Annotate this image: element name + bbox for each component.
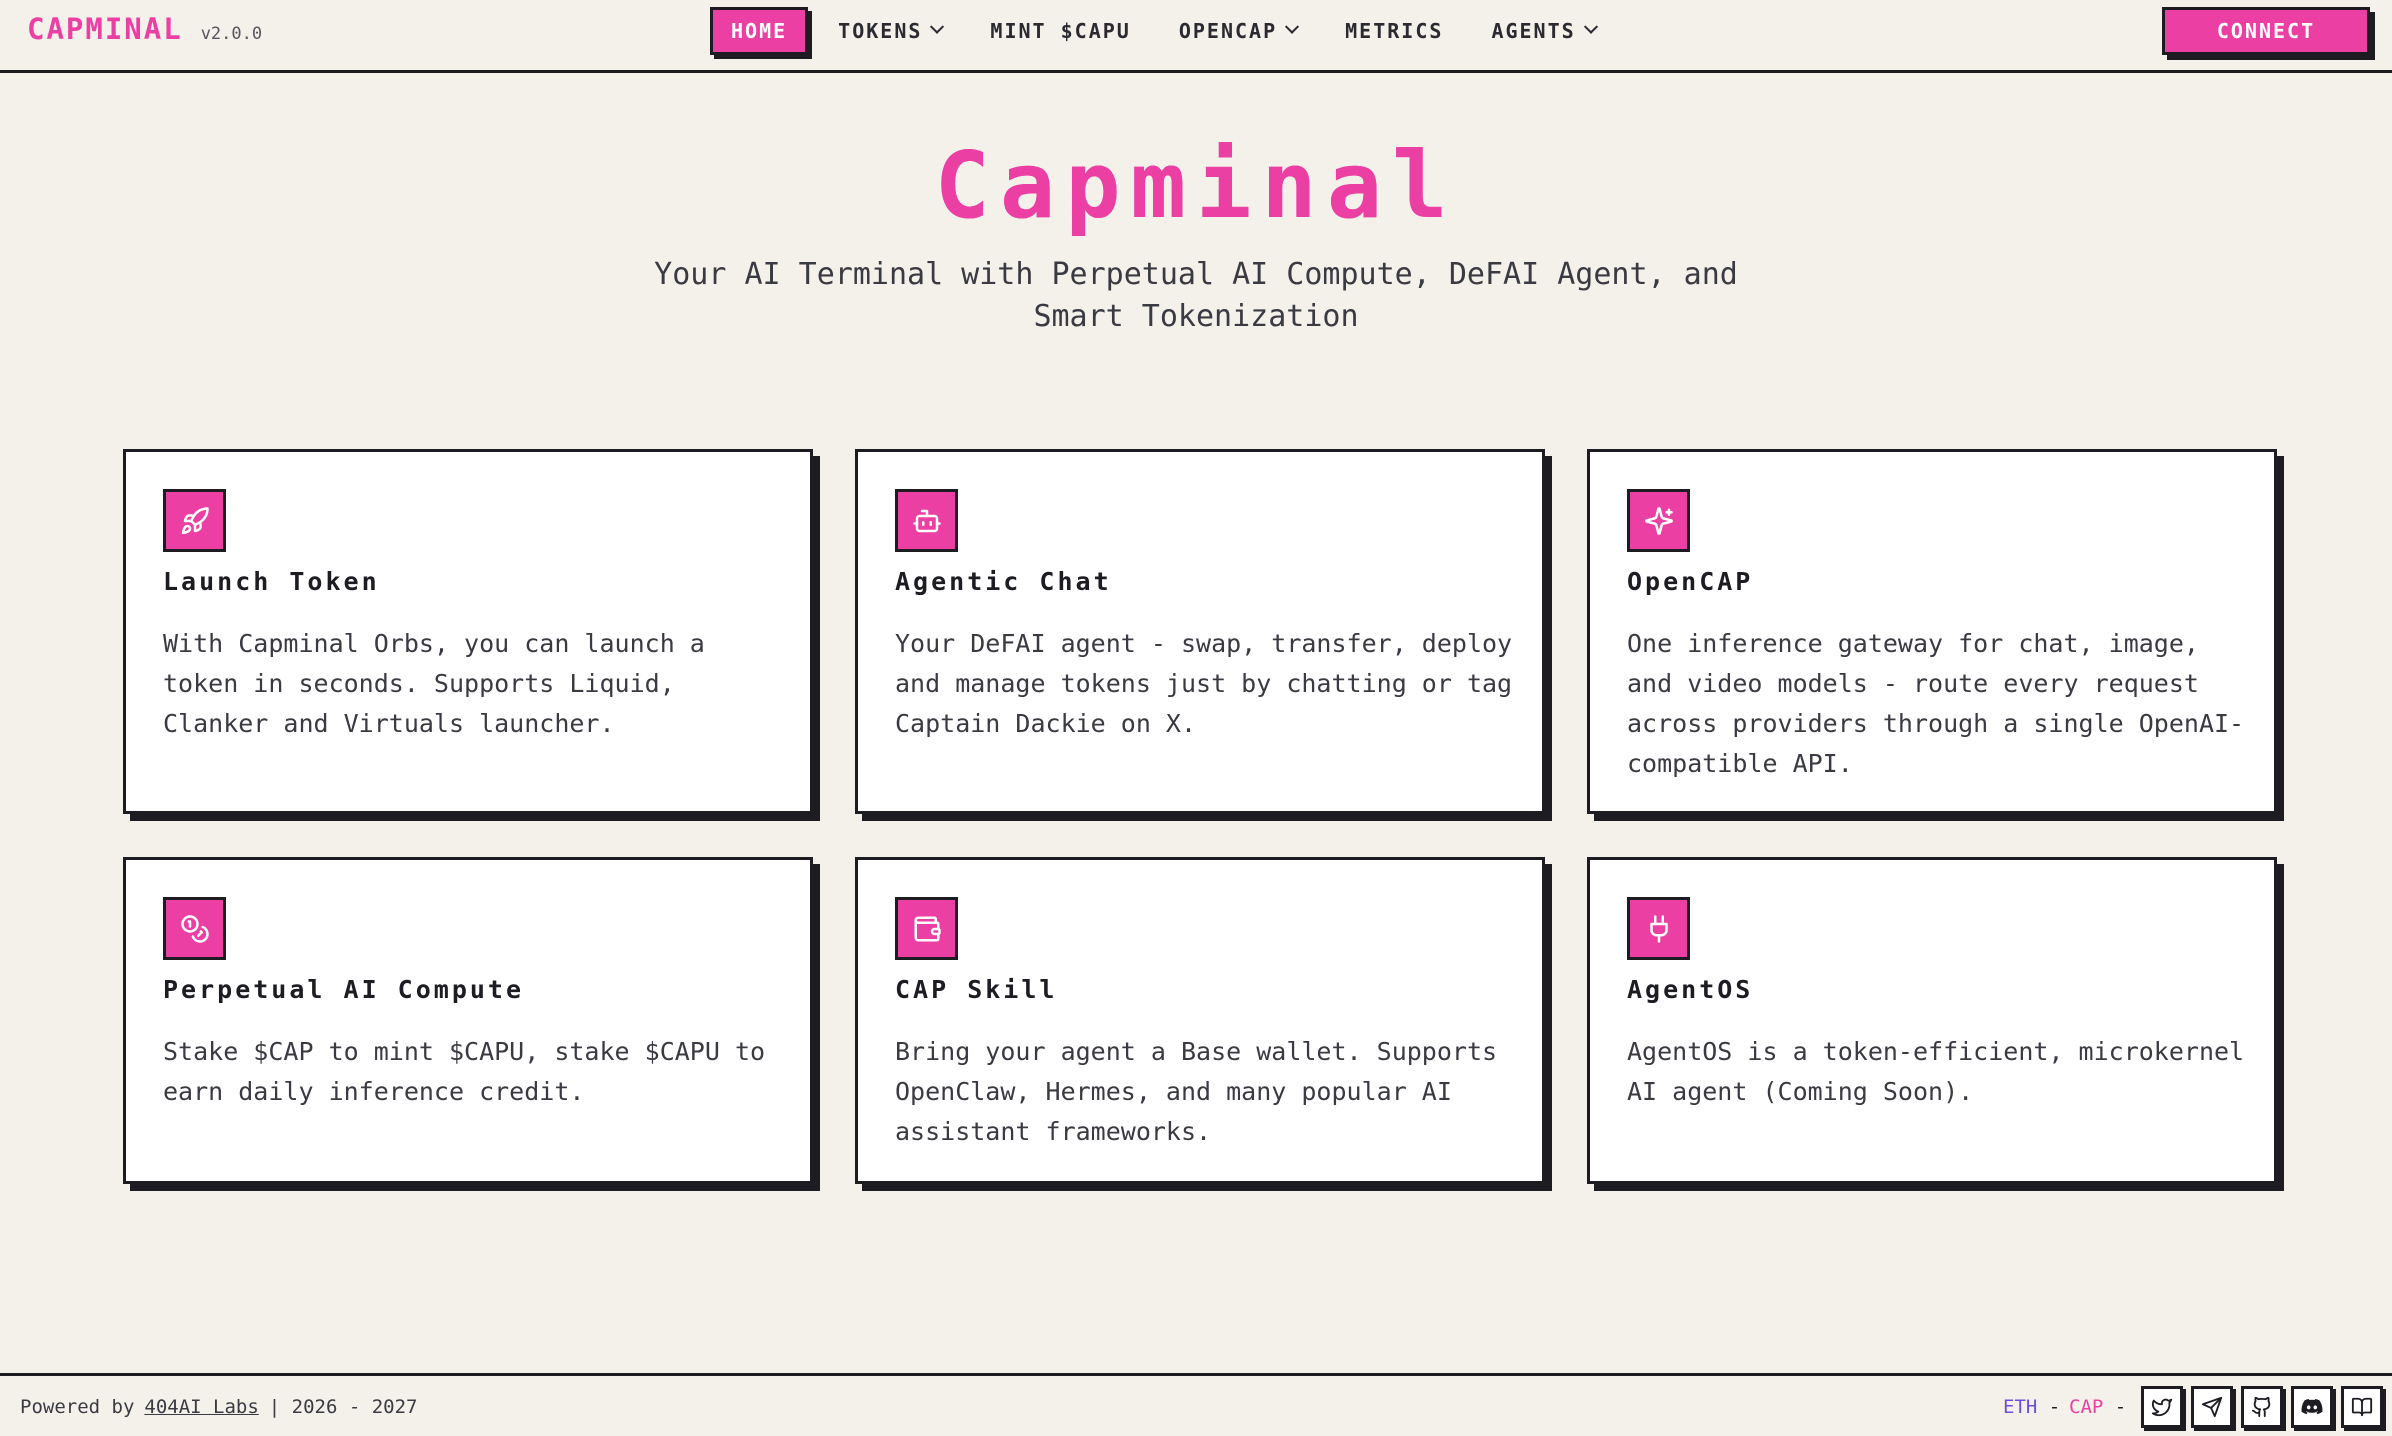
nav-mint-label: MINT $CAPU — [990, 19, 1131, 43]
eth-label: ETH — [2003, 1396, 2038, 1418]
card-title: OpenCAP — [1627, 567, 1754, 596]
feature-card-launch-token[interactable]: Launch Token With Capminal Orbs, you can… — [123, 449, 813, 814]
card-title: Launch Token — [163, 567, 380, 596]
github-icon[interactable] — [2241, 1386, 2283, 1428]
feature-card-cap-skill[interactable]: CAP Skill Bring your agent a Base wallet… — [855, 857, 1545, 1184]
footer: Powered by 404AI Labs | 2026 - 2027 ETH … — [0, 1373, 2392, 1436]
chevron-down-icon — [1285, 19, 1300, 34]
feature-card-agentic-chat[interactable]: Agentic Chat Your DeFAI agent - swap, tr… — [855, 449, 1545, 814]
card-title: AgentOS — [1627, 975, 1754, 1004]
card-description: With Capminal Orbs, you can launch a tok… — [163, 629, 705, 738]
footer-credits: Powered by 404AI Labs | 2026 - 2027 — [20, 1396, 418, 1418]
feature-card-agentos[interactable]: AgentOS AgentOS is a token-efficient, mi… — [1587, 857, 2277, 1184]
eth-price-ticker: ETH - — [2003, 1396, 2060, 1418]
telegram-icon[interactable] — [2191, 1386, 2233, 1428]
twitter-icon[interactable] — [2141, 1386, 2183, 1428]
coins-icon — [163, 897, 226, 960]
eth-price-value: - — [2048, 1396, 2061, 1418]
card-description: Bring your agent a Base wallet. Supports… — [895, 1037, 1498, 1146]
nav-mint-capu[interactable]: MINT $CAPU — [966, 7, 1154, 55]
nav-opencap[interactable]: OPENCAP — [1155, 7, 1321, 55]
cap-label: CAP — [2069, 1396, 2104, 1418]
nav-metrics[interactable]: METRICS — [1321, 7, 1467, 55]
brand[interactable]: CAPMINAL v2.0.0 — [27, 12, 262, 46]
discord-icon[interactable] — [2291, 1386, 2333, 1428]
bot-icon — [895, 489, 958, 552]
feature-card-perpetual-compute[interactable]: Perpetual AI Compute Stake $CAP to mint … — [123, 857, 813, 1184]
rocket-icon — [163, 489, 226, 552]
card-description: AgentOS is a token-efficient, microkerne… — [1627, 1037, 2245, 1106]
cap-price-ticker: CAP - — [2069, 1396, 2126, 1418]
nav-home[interactable]: HOME — [710, 7, 809, 55]
chevron-down-icon — [930, 19, 945, 34]
page-title: Capminal — [934, 132, 1458, 239]
nav-agents-label: AGENTS — [1491, 19, 1576, 43]
feature-card-opencap[interactable]: OpenCAP One inference gateway for chat, … — [1587, 449, 2277, 814]
brand-logo-text[interactable]: CAPMINAL — [27, 12, 183, 46]
nav-tokens-label: TOKENS — [838, 19, 923, 43]
nav-agents[interactable]: AGENTS — [1467, 7, 1619, 55]
card-title: Perpetual AI Compute — [163, 975, 525, 1004]
nav-metrics-label: METRICS — [1345, 19, 1444, 43]
main-nav: HOME TOKENS MINT $CAPU OPENCAP METRICS A… — [710, 7, 1620, 55]
sparkles-icon — [1627, 489, 1690, 552]
page-subtitle: Your AI Terminal with Perpetual AI Compu… — [654, 257, 1738, 334]
company-link[interactable]: 404AI Labs — [144, 1396, 258, 1418]
copyright-years: | 2026 - 2027 — [268, 1396, 418, 1418]
card-title: Agentic Chat — [895, 567, 1112, 596]
docs-icon[interactable] — [2341, 1386, 2383, 1428]
nav-home-label: HOME — [731, 19, 788, 43]
version-label: v2.0.0 — [200, 24, 263, 44]
card-description: One inference gateway for chat, image, a… — [1627, 629, 2245, 778]
card-description: Your DeFAI agent - swap, transfer, deplo… — [895, 629, 1513, 738]
top-navbar: CAPMINAL v2.0.0 HOME TOKENS MINT $CAPU O… — [0, 0, 2392, 73]
connect-button[interactable]: CONNECT — [2162, 7, 2370, 55]
cap-price-value: - — [2114, 1396, 2127, 1418]
powered-by-label: Powered by — [20, 1396, 135, 1418]
card-description: Stake $CAP to mint $CAPU, stake $CAPU to… — [163, 1037, 766, 1106]
wallet-icon — [895, 897, 958, 960]
nav-opencap-label: OPENCAP — [1178, 19, 1278, 43]
nav-tokens[interactable]: TOKENS — [814, 7, 966, 55]
chevron-down-icon — [1583, 19, 1598, 34]
card-title: CAP Skill — [895, 975, 1058, 1004]
plug-icon — [1627, 897, 1690, 960]
